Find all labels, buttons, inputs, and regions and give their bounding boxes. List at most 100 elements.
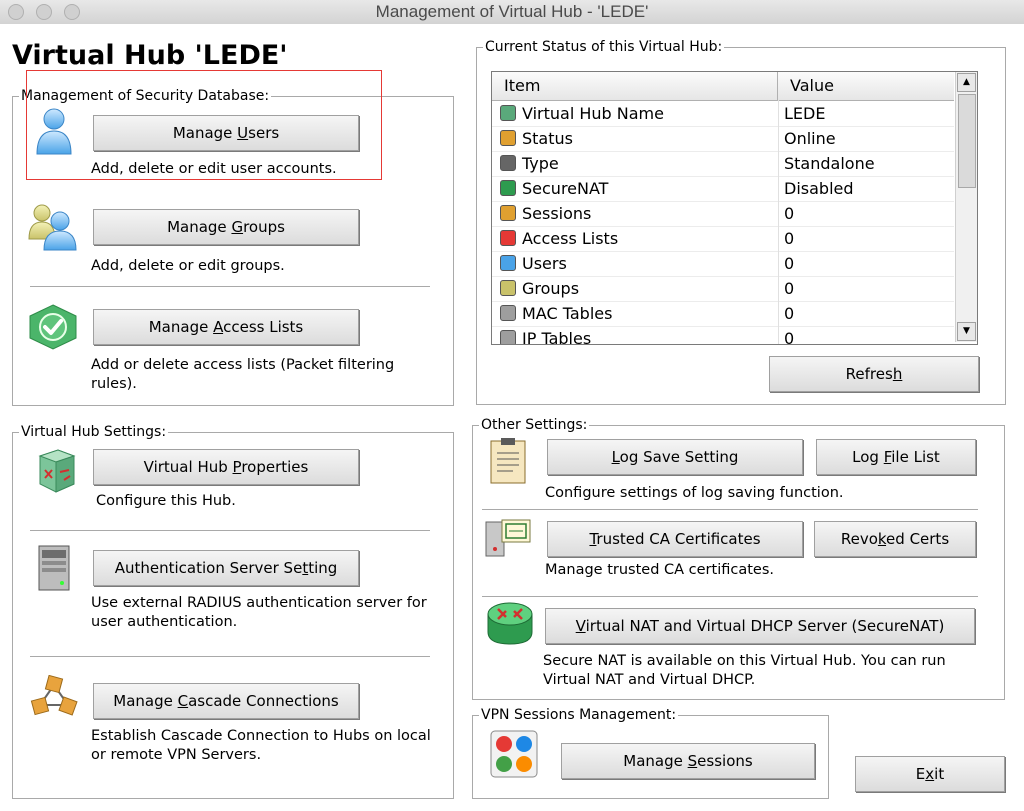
button-label: roups [243, 218, 285, 236]
button-label: Manage [167, 218, 232, 236]
ip-tables-icon [500, 330, 516, 344]
button-label: C [177, 692, 189, 710]
page-title: Virtual Hub 'LEDE' [12, 40, 288, 71]
clipboard-log-icon [490, 438, 526, 484]
manage-sessions-button[interactable]: Manage Sessions [561, 743, 815, 779]
window-title: Management of Virtual Hub - 'LEDE' [375, 2, 649, 21]
table-row[interactable]: SecureNAT Disabled [492, 176, 954, 202]
log-file-list-button[interactable]: Log File List [816, 439, 976, 475]
cell-item: Type [522, 154, 559, 173]
cell-item: SecureNAT [522, 179, 609, 198]
button-label: ascade Connections [188, 692, 339, 710]
cell-item: Users [522, 254, 567, 273]
button-label: h [892, 365, 903, 383]
refresh-button[interactable]: Refresh [769, 356, 979, 392]
button-label: P [232, 458, 242, 476]
button-label: Authentication Server Se [114, 559, 303, 577]
scroll-down-arrow-icon[interactable]: ▼ [957, 322, 976, 341]
sessions-icon [500, 205, 516, 221]
cell-item: MAC Tables [522, 304, 613, 323]
button-label: ile List [891, 448, 940, 466]
button-label: Manage [148, 318, 214, 336]
sessions-grid-icon [490, 730, 538, 778]
vertical-scrollbar[interactable]: ▲ ▼ [955, 72, 977, 342]
cell-value: Online [784, 129, 836, 148]
virtual-hub-icon [500, 105, 516, 121]
log-save-setting-button[interactable]: Log Save Setting [547, 439, 803, 475]
column-divider [778, 100, 779, 344]
manage-cascade-button[interactable]: Manage Cascade Connections [93, 683, 359, 719]
users-icon [500, 255, 516, 271]
manage-access-lists-description: Add or delete access lists (Packet filte… [91, 357, 395, 392]
group-label: VPN Sessions Management: [479, 707, 679, 723]
trusted-ca-description: Manage trusted CA certificates. [545, 562, 774, 578]
hub-properties-icon [38, 449, 76, 493]
button-label: S [687, 752, 698, 770]
group-label: Virtual Hub Settings: [19, 424, 169, 440]
revoked-certs-button[interactable]: Revoked Certs [814, 521, 976, 557]
button-label: Revo [840, 530, 878, 548]
column-header-item[interactable]: Item [492, 72, 778, 100]
button-label: k [877, 530, 887, 548]
cell-value: Standalone [784, 154, 875, 173]
server-icon [38, 545, 70, 591]
status-icon [500, 130, 516, 146]
table-row[interactable]: MAC Tables 0 [492, 301, 954, 327]
cell-value: Disabled [784, 179, 854, 198]
cell-value: LEDE [784, 104, 826, 123]
manage-users-description: Add, delete or edit user accounts. [91, 161, 337, 177]
button-label: essions [697, 752, 753, 770]
button-label: L [611, 448, 620, 466]
table-row[interactable]: Groups 0 [492, 276, 954, 302]
cell-item: Status [522, 129, 573, 148]
exit-button[interactable]: Exit [855, 756, 1005, 792]
cell-item: Virtual Hub Name [522, 104, 664, 123]
table-header: Item Value [492, 72, 954, 101]
button-label: Manage [623, 752, 688, 770]
status-table[interactable]: Item Value Virtual Hub Name LEDE Status Onl… [491, 71, 978, 345]
mac-tables-icon [500, 305, 516, 321]
table-row[interactable]: Access Lists 0 [492, 226, 954, 252]
cell-value: 0 [784, 279, 795, 298]
table-row[interactable]: Users 0 [492, 251, 954, 277]
manage-groups-button[interactable]: Manage Groups [93, 209, 359, 245]
button-label: og Save Setting [619, 448, 739, 466]
separator [30, 656, 430, 658]
separator [482, 596, 978, 598]
auth-server-setting-button[interactable]: Authentication Server Setting [93, 550, 359, 586]
table-row[interactable]: Type Standalone [492, 151, 954, 177]
secure-nat-button[interactable]: Virtual NAT and Virtual DHCP Server (Sec… [545, 608, 975, 644]
group-label: Other Settings: [479, 417, 590, 433]
button-label: ed Certs [886, 530, 950, 548]
cascade-description: Establish Cascade Connection to Hubs on … [91, 728, 431, 763]
button-label: Refres [845, 365, 893, 383]
table-row[interactable]: Virtual Hub Name LEDE [492, 101, 954, 127]
table-row[interactable]: IP Tables 0 [492, 326, 954, 345]
title-bar: Management of Virtual Hub - 'LEDE' [0, 0, 1024, 25]
cell-item: Groups [522, 279, 580, 298]
router-icon [487, 602, 533, 645]
button-label: Virtual Hub [143, 458, 233, 476]
button-label: ting [308, 559, 338, 577]
hub-properties-button[interactable]: Virtual Hub Properties [93, 449, 359, 485]
table-row[interactable]: Status Online [492, 126, 954, 152]
cell-item: IP Tables [522, 329, 592, 345]
scrollbar-thumb[interactable] [958, 94, 976, 188]
groups-icon [500, 280, 516, 296]
manage-access-lists-button[interactable]: Manage Access Lists [93, 309, 359, 345]
access-lists-icon [500, 230, 516, 246]
trusted-ca-button[interactable]: Trusted CA Certificates [547, 521, 803, 557]
auth-server-description: Use external RADIUS authentication serve… [91, 595, 427, 630]
user-icon [36, 108, 72, 155]
separator [482, 509, 978, 511]
secure-nat-description: Secure NAT is available on this Virtual … [543, 653, 946, 688]
button-label: G [231, 218, 244, 236]
table-row[interactable]: Sessions 0 [492, 201, 954, 227]
cell-value: 0 [784, 204, 795, 223]
cell-value: 0 [784, 254, 795, 273]
cell-item: Access Lists [522, 229, 619, 248]
column-header-value[interactable]: Value [778, 72, 954, 100]
manage-users-button[interactable]: Manage Users [93, 115, 359, 151]
scroll-up-arrow-icon[interactable]: ▲ [957, 73, 976, 92]
cell-value: 0 [784, 329, 795, 345]
